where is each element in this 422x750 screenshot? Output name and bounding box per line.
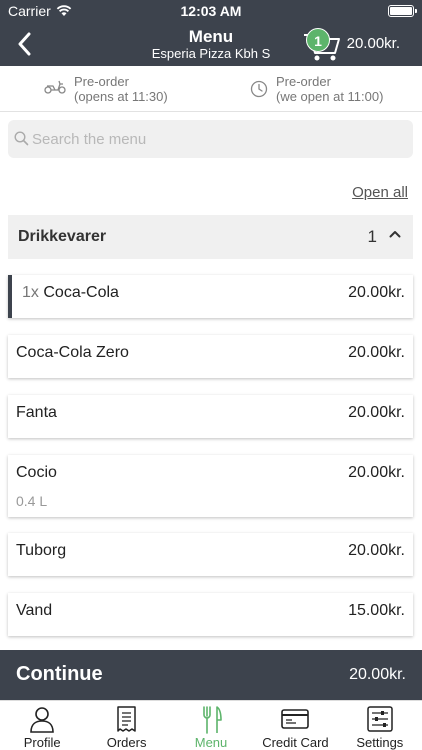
tab-label: Settings xyxy=(356,735,404,750)
menu-item-price: 20.00kr. xyxy=(348,404,405,421)
tab-orders[interactable]: Orders xyxy=(84,701,168,750)
scooter-icon xyxy=(44,80,66,94)
continue-total: 20.00kr. xyxy=(349,666,406,683)
search-bar[interactable] xyxy=(8,120,413,158)
menu-item[interactable]: Vand 15.00kr. xyxy=(8,593,413,636)
tab-settings[interactable]: Settings xyxy=(338,701,422,750)
tab-label: Menu xyxy=(194,735,228,750)
continue-button[interactable]: Continue 20.00kr. xyxy=(0,650,422,700)
menu-item-title: Coca-Cola Zero xyxy=(16,344,129,361)
menu-item-size: 0.4 L xyxy=(16,493,48,509)
pickup-preorder[interactable]: Pre-order (we open at 11:00) xyxy=(250,74,383,104)
menu-item[interactable]: Tuborg 20.00kr. xyxy=(8,533,413,576)
receipt-icon xyxy=(116,706,136,732)
continue-label: Continue xyxy=(16,663,103,685)
menu-item-price: 20.00kr. xyxy=(348,344,405,361)
clock-icon xyxy=(250,80,268,98)
menu-item-title: Fanta xyxy=(16,404,57,421)
delivery-preorder[interactable]: Pre-order (opens at 11:30) xyxy=(44,74,168,104)
menu-item-title: Cocio xyxy=(16,464,57,481)
pickup-preorder-title: Pre-order xyxy=(276,74,331,89)
status-bar: Carrier 12:03 AM xyxy=(0,0,422,22)
chevron-up-icon xyxy=(389,231,401,238)
menu-item-price: 20.00kr. xyxy=(348,284,405,301)
menu-item[interactable]: 1x Coca-Cola 20.00kr. xyxy=(8,275,413,318)
menu-item[interactable]: Coca-Cola Zero 20.00kr. xyxy=(8,335,413,378)
tab-credit-card[interactable]: Credit Card xyxy=(253,701,337,750)
preorder-bar: Pre-order (opens at 11:30) Pre-order (we… xyxy=(0,66,422,112)
navigation-bar: Menu Esperia Pizza Kbh S 1 20.00kr. xyxy=(0,22,422,66)
menu-item[interactable]: Cocio 20.00kr. 0.4 L xyxy=(8,455,413,517)
menu-item-price: 20.00kr. xyxy=(348,542,405,559)
search-input[interactable] xyxy=(32,120,402,158)
open-all-link[interactable]: Open all xyxy=(352,184,408,201)
tab-bar: Profile Orders Menu Credit Card Settings xyxy=(0,700,422,750)
category-header[interactable]: Drikkevarer 1 xyxy=(8,215,413,259)
category-count: 1 xyxy=(367,227,377,246)
menu-item-title: Vand xyxy=(16,602,53,619)
pickup-preorder-hours: (we open at 11:00) xyxy=(276,89,384,104)
menu-item-title: Tuborg xyxy=(16,542,67,559)
menu-item-quantity: 1x xyxy=(22,284,39,301)
status-time: 12:03 AM xyxy=(180,3,242,19)
delivery-preorder-hours: (opens at 11:30) xyxy=(74,89,168,104)
tab-label: Profile xyxy=(23,735,61,750)
fork-knife-icon xyxy=(203,706,222,734)
cart-count-badge[interactable]: 1 xyxy=(306,28,330,52)
sliders-icon xyxy=(367,706,393,732)
delivery-preorder-title: Pre-order xyxy=(74,74,129,89)
category-name: Drikkevarer xyxy=(18,228,107,245)
tab-label: Credit Card xyxy=(262,735,329,750)
menu-item-name: 1x Coca-Cola xyxy=(22,284,119,302)
tab-label: Orders xyxy=(106,735,147,750)
tab-profile[interactable]: Profile xyxy=(0,701,84,750)
menu-item-title: Coca-Cola xyxy=(43,284,119,301)
person-icon xyxy=(30,707,55,733)
credit-card-icon xyxy=(281,709,310,729)
menu-item[interactable]: Fanta 20.00kr. xyxy=(8,395,413,438)
menu-item-price: 15.00kr. xyxy=(348,602,405,619)
search-icon xyxy=(14,131,29,146)
battery-icon xyxy=(388,5,417,17)
menu-item-price: 20.00kr. xyxy=(348,464,405,481)
cart-total[interactable]: 20.00kr. xyxy=(347,35,400,52)
tab-menu[interactable]: Menu xyxy=(169,701,253,750)
